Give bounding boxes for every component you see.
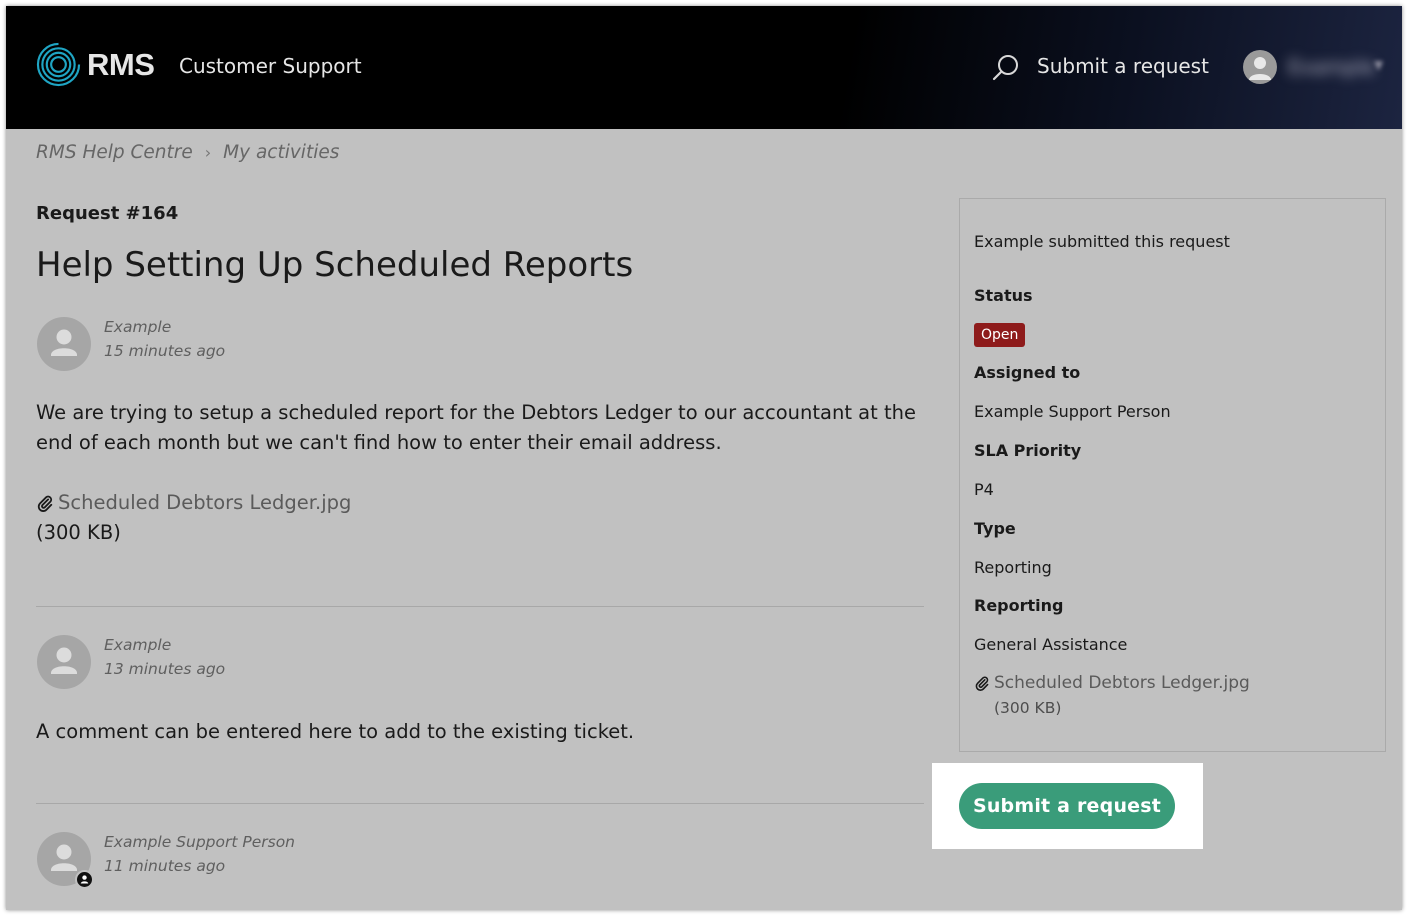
assigned-label: Assigned to [974,363,1081,382]
page-title: Help Setting Up Scheduled Reports [36,245,634,285]
type-label: Type [974,519,1016,538]
header-title[interactable]: Customer Support [179,54,362,78]
comment-attachment-link[interactable]: Scheduled Debtors Ledger.jpg [36,491,351,514]
breadcrumb-my-activities[interactable]: My activities [223,142,339,163]
sla-priority-label: SLA Priority [974,441,1082,460]
user-silhouette-icon [51,647,77,674]
user-avatar[interactable] [1243,50,1277,84]
assigned-value: Example Support Person [974,402,1171,421]
logo-text: RMS [87,46,155,82]
attachment-name[interactable]: Scheduled Debtors Ledger.jpg [994,673,1250,693]
reporting-label: Reporting [974,596,1064,615]
breadcrumb-help-centre[interactable]: RMS Help Centre [36,142,193,163]
user-silhouette-icon [51,329,77,356]
sla-priority-value: P4 [974,480,994,499]
comment-divider [36,803,924,804]
comment-author: Example [104,636,172,654]
header-submit-request-link[interactable]: Submit a request [1037,54,1209,78]
rms-logo-icon [36,42,81,87]
attachment-size: (300 KB) [994,699,1062,717]
rms-logo[interactable]: RMS [36,42,155,87]
comment-body: A comment can be entered here to add to … [36,720,635,743]
comment-divider [36,606,924,607]
comment-time: 15 minutes ago [104,342,226,360]
comment-author: Example [104,318,172,336]
paperclip-icon [37,495,53,512]
comment-author: Example Support Person [104,833,296,851]
status-label: Status [974,286,1033,305]
attachment-name[interactable]: Scheduled Debtors Ledger.jpg [58,491,351,514]
paperclip-icon [975,676,989,691]
attachment-size: (300 KB) [36,521,121,544]
status-badge: Open [974,323,1026,347]
agent-badge-icon [75,870,94,889]
reporting-value: General Assistance [974,635,1128,654]
comment-time: 13 minutes ago [104,660,226,678]
breadcrumb-separator-icon: › [204,143,212,162]
comment-avatar [37,635,91,689]
user-silhouette-icon [1249,57,1271,80]
submit-request-button[interactable]: Submit a request [959,783,1175,829]
type-value: Reporting [974,558,1052,577]
breadcrumb: RMS Help Centre › My activities [36,142,339,163]
submitted-by-text: Example submitted this request [974,232,1230,251]
request-details-panel: Example submitted this request Status Op… [959,198,1386,752]
comment-avatar [37,317,91,371]
site-header: RMS Customer Support Submit a request Ex… [6,6,1402,129]
user-name[interactable]: Example [1288,55,1375,79]
submit-button-highlight: Submit a request [932,763,1203,849]
chevron-down-icon[interactable]: ▼ [1374,58,1383,72]
browser-frame: RMS Customer Support Submit a request Ex… [6,6,1402,910]
sidebar-attachment-link[interactable]: Scheduled Debtors Ledger.jpg [974,673,1250,693]
search-icon[interactable] [991,53,1021,83]
comment-body: We are trying to setup a scheduled repor… [36,401,916,454]
comment-time: 11 minutes ago [104,857,226,875]
request-number: Request #164 [36,203,179,224]
